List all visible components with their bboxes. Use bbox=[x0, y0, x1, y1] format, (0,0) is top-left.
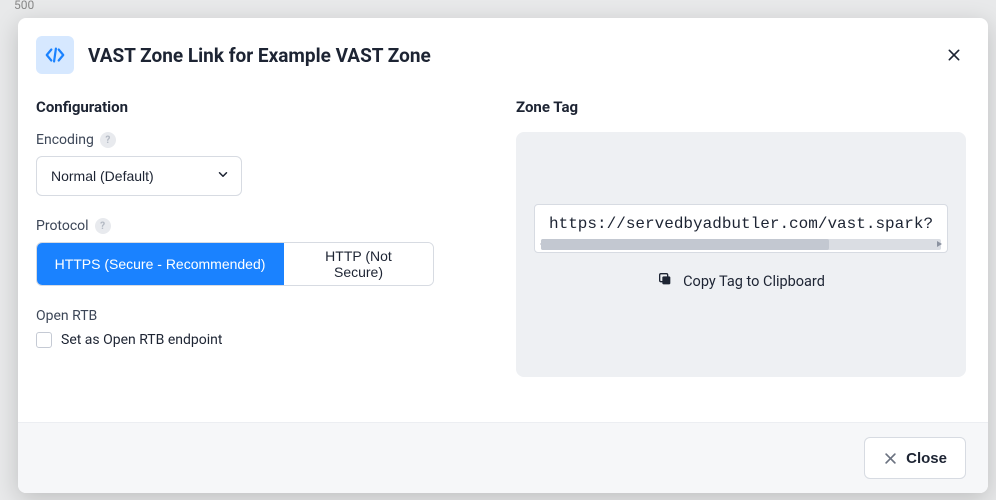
configuration-heading: Configuration bbox=[36, 98, 486, 116]
openrtb-label: Open RTB bbox=[36, 308, 486, 324]
zone-tag-column: Zone Tag Copy Tag to Clipboard bbox=[516, 98, 966, 402]
encoding-label: Encoding ? bbox=[36, 132, 486, 148]
copy-tag-label: Copy Tag to Clipboard bbox=[683, 273, 825, 290]
zone-tag-input[interactable] bbox=[535, 213, 947, 235]
zone-tag-panel: Copy Tag to Clipboard bbox=[516, 132, 966, 377]
modal-header: VAST Zone Link for Example VAST Zone bbox=[18, 18, 988, 84]
modal-title: VAST Zone Link for Example VAST Zone bbox=[88, 44, 942, 67]
protocol-http-button[interactable]: HTTP (Not Secure) bbox=[284, 243, 433, 285]
zone-tag-heading: Zone Tag bbox=[516, 98, 966, 116]
openrtb-checkbox-label: Set as Open RTB endpoint bbox=[61, 332, 222, 348]
background-dim-label: 500 bbox=[14, 0, 34, 12]
openrtb-checkbox[interactable] bbox=[36, 332, 52, 348]
close-footer-label: Close bbox=[906, 450, 947, 467]
help-icon[interactable]: ? bbox=[95, 218, 111, 234]
zone-tag-field-wrap bbox=[534, 204, 948, 253]
modal-body: Configuration Encoding ? Normal (Default… bbox=[18, 84, 988, 422]
horizontal-scrollbar[interactable] bbox=[541, 239, 941, 250]
protocol-https-button[interactable]: HTTPS (Secure - Recommended) bbox=[37, 243, 284, 285]
close-button[interactable] bbox=[942, 43, 966, 67]
copy-tag-button[interactable]: Copy Tag to Clipboard bbox=[534, 271, 948, 291]
close-footer-button[interactable]: Close bbox=[864, 437, 966, 479]
encoding-label-text: Encoding bbox=[36, 132, 94, 148]
protocol-label-text: Protocol bbox=[36, 218, 89, 234]
openrtb-label-text: Open RTB bbox=[36, 308, 97, 324]
encoding-select[interactable]: Normal (Default) bbox=[36, 156, 242, 196]
scrollbar-thumb[interactable] bbox=[541, 239, 829, 250]
protocol-label: Protocol ? bbox=[36, 218, 486, 234]
modal-footer: Close bbox=[18, 422, 988, 493]
configuration-column: Configuration Encoding ? Normal (Default… bbox=[36, 98, 486, 402]
code-brackets-icon bbox=[36, 36, 74, 74]
openrtb-checkbox-row: Set as Open RTB endpoint bbox=[36, 332, 486, 348]
encoding-select-wrap: Normal (Default) bbox=[36, 156, 242, 196]
copy-icon bbox=[657, 271, 673, 291]
help-icon[interactable]: ? bbox=[100, 132, 116, 148]
vast-zone-link-modal: VAST Zone Link for Example VAST Zone Con… bbox=[18, 18, 988, 493]
protocol-segmented-control: HTTPS (Secure - Recommended) HTTP (Not S… bbox=[36, 242, 434, 286]
